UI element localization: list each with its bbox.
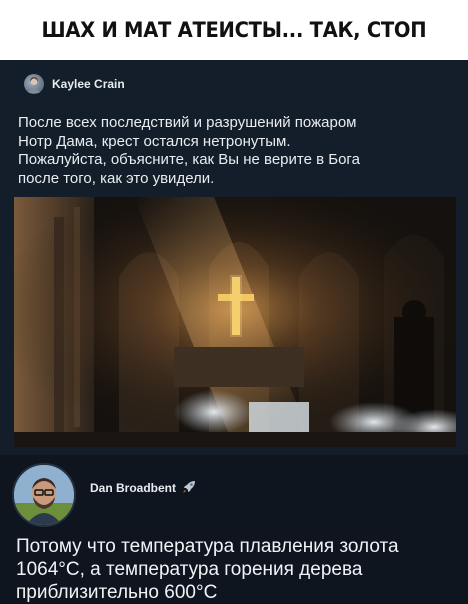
- cathedral-cross-photo[interactable]: [14, 197, 456, 447]
- meme-header: ШАХ И МАТ АТЕИСТЫ... ТАК, СТОП: [0, 0, 468, 60]
- tweet-text-line: после того, как это увидели.: [18, 169, 215, 187]
- reply-text-line: Потому что температура плавления золота: [16, 536, 399, 557]
- reply-tweet: Dan Broadbent Потому что температура пла…: [0, 455, 468, 604]
- reply-avatar[interactable]: [12, 463, 76, 527]
- rocket-icon: [182, 480, 196, 497]
- tweet-text-line: После всех последствий и разрушений пожа…: [18, 114, 357, 131]
- tweet-author-name[interactable]: Kaylee Crain: [52, 77, 125, 91]
- tweet-text-line: Нотр Дама, крест остался нетронутым.: [18, 132, 291, 150]
- tweet-author[interactable]: Kaylee Crain: [24, 74, 125, 94]
- meme-title: ШАХ И МАТ АТЕИСТЫ... ТАК, СТОП: [41, 18, 427, 42]
- user-avatar-icon[interactable]: [24, 74, 44, 94]
- original-tweet-card: Kaylee Crain После всех последствий и ра…: [0, 60, 468, 455]
- tweet-text: После всех последствий и разрушений пожа…: [18, 114, 458, 188]
- reply-text: Потому что температура плавления золота …: [16, 535, 462, 604]
- reply-author-label[interactable]: Dan Broadbent: [90, 481, 176, 495]
- user-avatar-icon: [14, 465, 74, 525]
- reply-author-name[interactable]: Dan Broadbent: [90, 480, 196, 497]
- reply-text-line: 1064°C, а температура горения дерева: [16, 559, 363, 580]
- reply-author[interactable]: Dan Broadbent: [12, 463, 196, 527]
- tweet-text-line: Пожалуйста, объясните, как Вы не верите …: [18, 151, 360, 168]
- reply-text-line: приблизительно 600°C: [16, 582, 218, 603]
